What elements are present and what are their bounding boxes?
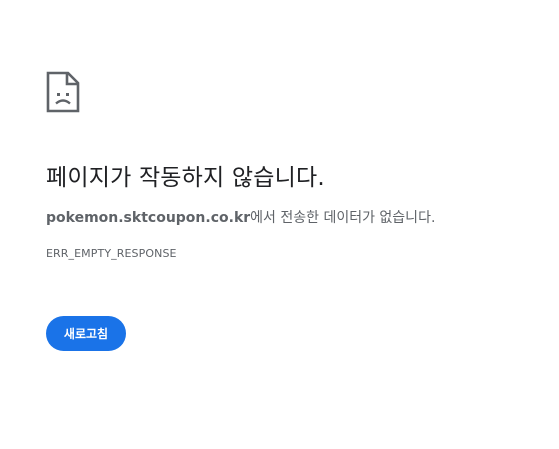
page-title: 페이지가 작동하지 않습니다. bbox=[46, 165, 325, 191]
reload-button[interactable]: 새로고침 bbox=[46, 316, 126, 351]
error-host: pokemon.sktcoupon.co.kr bbox=[46, 210, 251, 226]
sad-page-icon bbox=[46, 71, 80, 113]
error-summary: pokemon.sktcoupon.co.kr에서 전송한 데이터가 없습니다. bbox=[46, 207, 435, 227]
error-message: 에서 전송한 데이터가 없습니다. bbox=[250, 210, 436, 226]
error-code: ERR_EMPTY_RESPONSE bbox=[46, 247, 177, 260]
